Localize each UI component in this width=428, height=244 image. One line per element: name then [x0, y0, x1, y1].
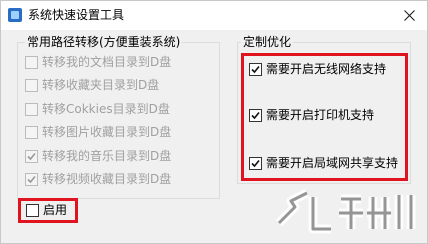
title-bar: 系统快速设置工具 [1, 1, 427, 30]
checkmark-icon [27, 152, 36, 161]
checkbox-box [25, 79, 38, 92]
watermark-logo [273, 183, 423, 241]
checkbox-box [249, 109, 262, 122]
checkbox-box [25, 103, 38, 116]
path-transfer-group-title: 常用路径转移(方便重装系统) [25, 35, 183, 49]
checkbox-label: 需要开启无线网络支持 [266, 62, 387, 76]
checkbox-box [249, 157, 262, 170]
checkbox-label: 转移收藏夹目录到D盘 [42, 78, 160, 92]
checkmark-icon [251, 159, 260, 168]
checkbox-label: 需要开启局域网共享支持 [266, 156, 399, 170]
checkbox-box [249, 63, 262, 76]
checkmark-icon [251, 65, 260, 74]
checkbox-label: 转移视频收藏目录到D盘 [42, 172, 172, 186]
checkbox-box [26, 204, 39, 217]
checkbox-label: 转移Cokkies目录到D盘 [42, 102, 170, 116]
checkmark-icon [27, 175, 36, 184]
checkbox-box [25, 126, 38, 139]
checkbox-label: 启用 [43, 203, 68, 217]
app-icon [8, 8, 22, 22]
checkbox-label: 转移我的音乐目录到D盘 [42, 149, 172, 163]
checkmark-icon [251, 111, 260, 120]
close-button[interactable] [393, 1, 427, 30]
checkbox-box [25, 173, 38, 186]
custom-optimization-group-title: 定制优化 [241, 35, 294, 49]
window-title: 系统快速设置工具 [28, 8, 125, 22]
app-window: 系统快速设置工具 常用路径转移(方便重装系统) 转移我的文档目录到D盘 转移收藏… [0, 0, 428, 244]
checkbox-label: 需要开启打印机支持 [266, 108, 375, 122]
checkbox-box [25, 56, 38, 69]
checkbox-box [25, 150, 38, 163]
checkbox-label: 转移图片收藏目录到D盘 [42, 125, 172, 139]
checkbox-label: 转移我的文档目录到D盘 [42, 55, 172, 69]
